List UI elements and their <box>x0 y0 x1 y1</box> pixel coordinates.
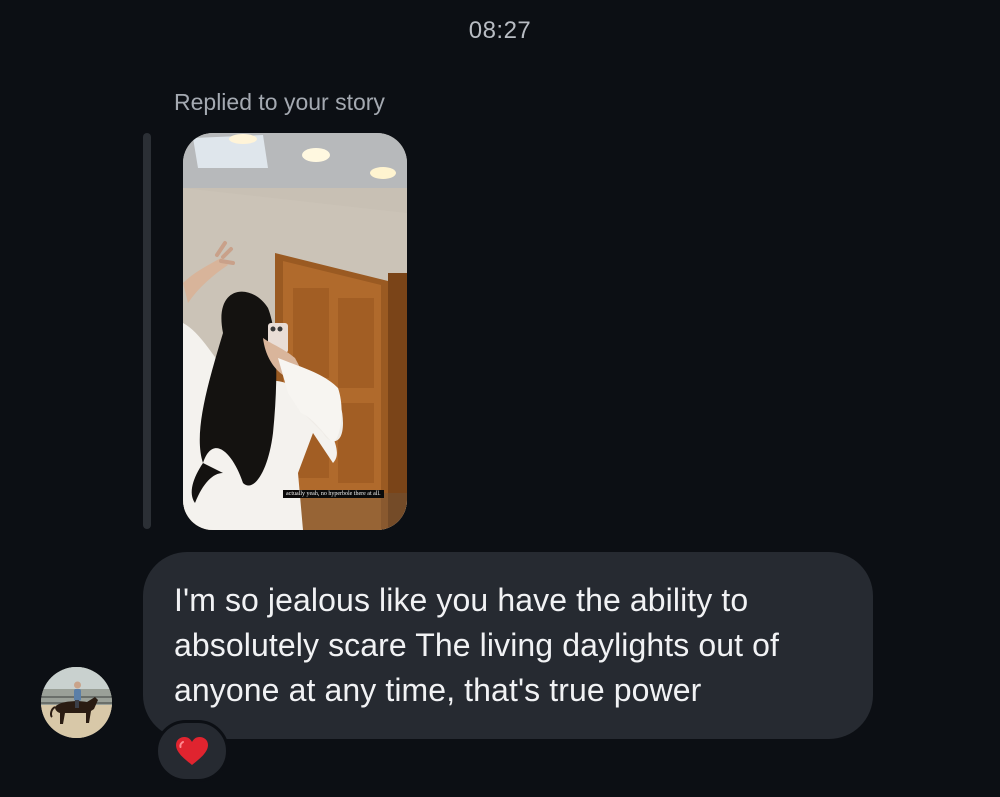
message-text: I'm so jealous like you have the ability… <box>174 582 780 708</box>
story-reply-label: Replied to your story <box>174 89 385 115</box>
story-thumbnail[interactable]: actually yeah, no hyperbole there at all… <box>183 133 407 530</box>
sender-avatar[interactable] <box>41 667 112 738</box>
dm-thread: 08:27 Replied to your story actually yea… <box>0 0 1000 797</box>
message-timestamp: 08:27 <box>468 17 532 44</box>
story-photo <box>183 133 407 530</box>
heart-icon <box>176 737 208 765</box>
reply-quote-bar <box>143 133 151 529</box>
message-bubble[interactable]: I'm so jealous like you have the ability… <box>143 552 873 739</box>
reaction-badge[interactable] <box>155 720 229 782</box>
story-caption: actually yeah, no hyperbole there at all… <box>283 490 384 498</box>
avatar-horse-rider-icon <box>41 667 112 738</box>
